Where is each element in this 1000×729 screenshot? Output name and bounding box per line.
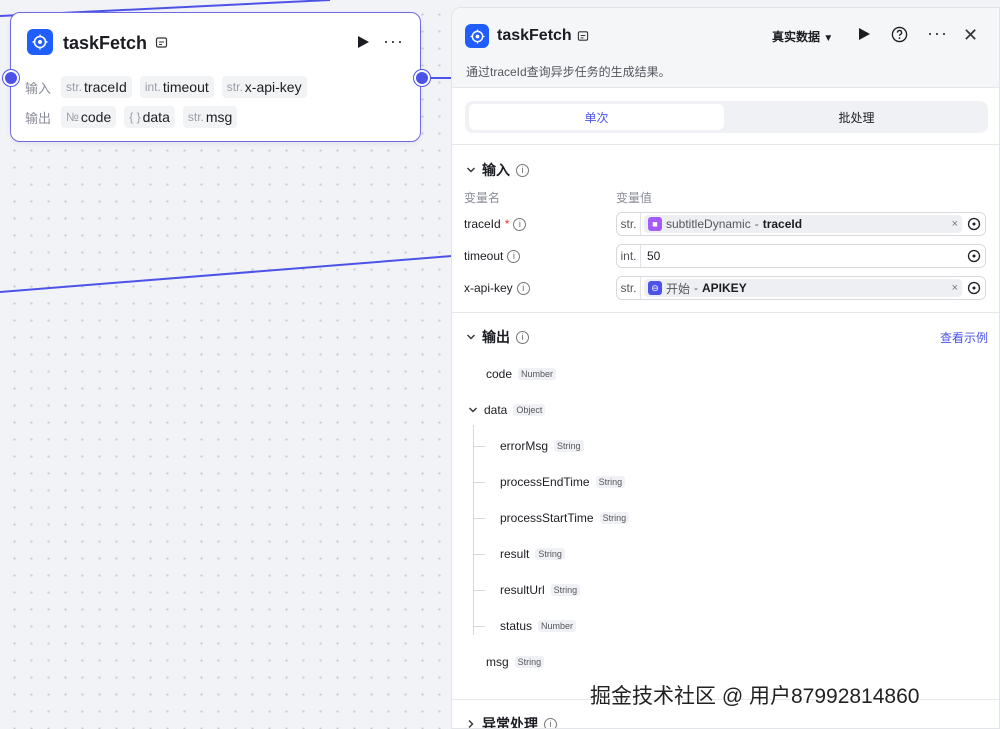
tree-line: [473, 518, 485, 519]
type-label: str.: [617, 213, 641, 235]
node-inputs-row: 输入 str. traceId int. timeout str. x-api-key: [25, 76, 307, 98]
node-input-port[interactable]: [3, 70, 19, 86]
timeout-value[interactable]: 50: [647, 249, 660, 263]
x-api-key-value-field[interactable]: str. ⊖ 开始 - APIKEY ×: [616, 276, 986, 300]
info-icon[interactable]: i: [544, 717, 557, 728]
col-variable-name: 变量名: [464, 191, 501, 205]
chevron-down-icon: [467, 167, 475, 173]
tree-line: [473, 482, 485, 483]
input-section-title: 输入: [482, 162, 510, 178]
type-label: int.: [617, 245, 641, 267]
traceid-value-field[interactable]: str. ■ subtitleDynamic - traceId ×: [616, 212, 986, 236]
node-title: taskFetch: [63, 33, 148, 53]
watermark: 掘金技术社区 @ 用户8799281486​0: [590, 685, 920, 708]
node-output-port[interactable]: [414, 70, 430, 86]
output-item-data[interactable]: data Object: [468, 403, 546, 417]
tree-line: [473, 590, 485, 591]
node-output-label: 输出: [25, 110, 52, 126]
divider: [452, 312, 999, 313]
panel-header: taskFetch 真实数据 ▼ ··· ✕ 通过traceId查询异步任务的生…: [452, 8, 999, 88]
param-label-traceid: traceId * i: [464, 217, 527, 231]
panel-title: taskFetch: [497, 27, 572, 44]
info-icon[interactable]: i: [516, 163, 529, 177]
node-config-panel: taskFetch 真实数据 ▼ ··· ✕ 通过traceId查询异步任务的生…: [451, 7, 1000, 729]
chevron-down-icon: [467, 334, 475, 340]
node-input-chip: str. traceId: [61, 76, 132, 98]
panel-node-icon: [465, 24, 489, 48]
variable-reference-chip[interactable]: ⊖ 开始 - APIKEY ×: [644, 279, 962, 297]
output-section-title: 输出: [482, 329, 510, 345]
output-item: result String: [500, 547, 565, 561]
variable-picker-icon[interactable]: [967, 281, 981, 295]
tree-line: [473, 425, 474, 635]
tree-line: [473, 446, 485, 447]
variable-reference-chip[interactable]: ■ subtitleDynamic - traceId ×: [644, 215, 962, 233]
data-mode-dropdown[interactable]: 真实数据 ▼: [772, 28, 833, 45]
node-input-chip: int. timeout: [139, 76, 214, 98]
node-output-chip: str. msg: [182, 106, 238, 128]
plugin-badge-icon: [155, 36, 168, 54]
info-icon[interactable]: i: [516, 330, 529, 344]
tree-line: [473, 626, 485, 627]
output-item: processStartTime String: [500, 511, 630, 525]
cube-icon: ■: [648, 217, 662, 231]
info-icon[interactable]: i: [516, 281, 530, 295]
node-input-label: 输入: [25, 80, 52, 96]
clear-icon[interactable]: ×: [952, 282, 958, 294]
variable-picker-icon[interactable]: [967, 217, 981, 231]
node-output-chip: { } data: [124, 106, 175, 128]
output-item: errorMsg String: [500, 439, 584, 453]
run-test-button[interactable]: [857, 27, 871, 46]
tree-line: [473, 554, 485, 555]
node-output-chip: № code: [61, 106, 117, 128]
run-mode-tabs: 单次 批处理: [465, 101, 988, 133]
help-icon[interactable]: [891, 26, 908, 48]
start-icon: ⊖: [648, 281, 662, 295]
timeout-value-field[interactable]: int. 50: [616, 244, 986, 268]
node-input-chip: str. x-api-key: [221, 76, 307, 98]
exception-section-header[interactable]: 异常处理 i: [466, 714, 557, 729]
clear-icon[interactable]: ×: [952, 218, 958, 230]
output-item: msg String: [486, 655, 545, 669]
chevron-right-icon: [468, 720, 474, 728]
node-outputs-row: 输出 № code { } data str. msg: [25, 106, 238, 128]
divider: [452, 144, 999, 145]
plugin-badge-icon: [577, 29, 589, 47]
param-label-x-api-key: x-api-key i: [464, 281, 530, 295]
more-options-icon[interactable]: ···: [383, 31, 404, 52]
col-variable-value: 变量值: [616, 191, 653, 205]
output-item: processEndTime String: [500, 475, 626, 489]
node-icon: [27, 29, 53, 55]
output-item: code Number: [486, 367, 557, 381]
chevron-down-icon: [469, 407, 477, 413]
info-icon[interactable]: i: [507, 249, 521, 263]
input-section-header[interactable]: 输入 i: [466, 160, 529, 180]
tab-batch[interactable]: 批处理: [729, 104, 984, 130]
caret-down-icon: ▼: [823, 33, 834, 44]
more-options-icon[interactable]: ···: [927, 23, 948, 44]
output-item: resultUrl String: [500, 583, 581, 597]
task-fetch-node[interactable]: taskFetch ··· 输入 str. traceId int. timeout…: [10, 12, 421, 142]
type-label: str.: [617, 277, 641, 299]
output-section-header[interactable]: 输出 i: [466, 327, 529, 347]
variable-picker-icon[interactable]: [967, 249, 981, 263]
exception-section-title: 异常处理: [482, 716, 538, 729]
run-node-button[interactable]: [356, 35, 370, 54]
tab-single[interactable]: 单次: [469, 104, 724, 130]
see-example-link[interactable]: 查看示例: [940, 329, 988, 346]
info-icon[interactable]: i: [513, 217, 527, 231]
panel-description: 通过traceId查询异步任务的生成结果。: [466, 65, 671, 79]
output-item: status Number: [500, 619, 577, 633]
param-label-timeout: timeout i: [464, 249, 521, 263]
close-icon[interactable]: ✕: [963, 25, 978, 46]
